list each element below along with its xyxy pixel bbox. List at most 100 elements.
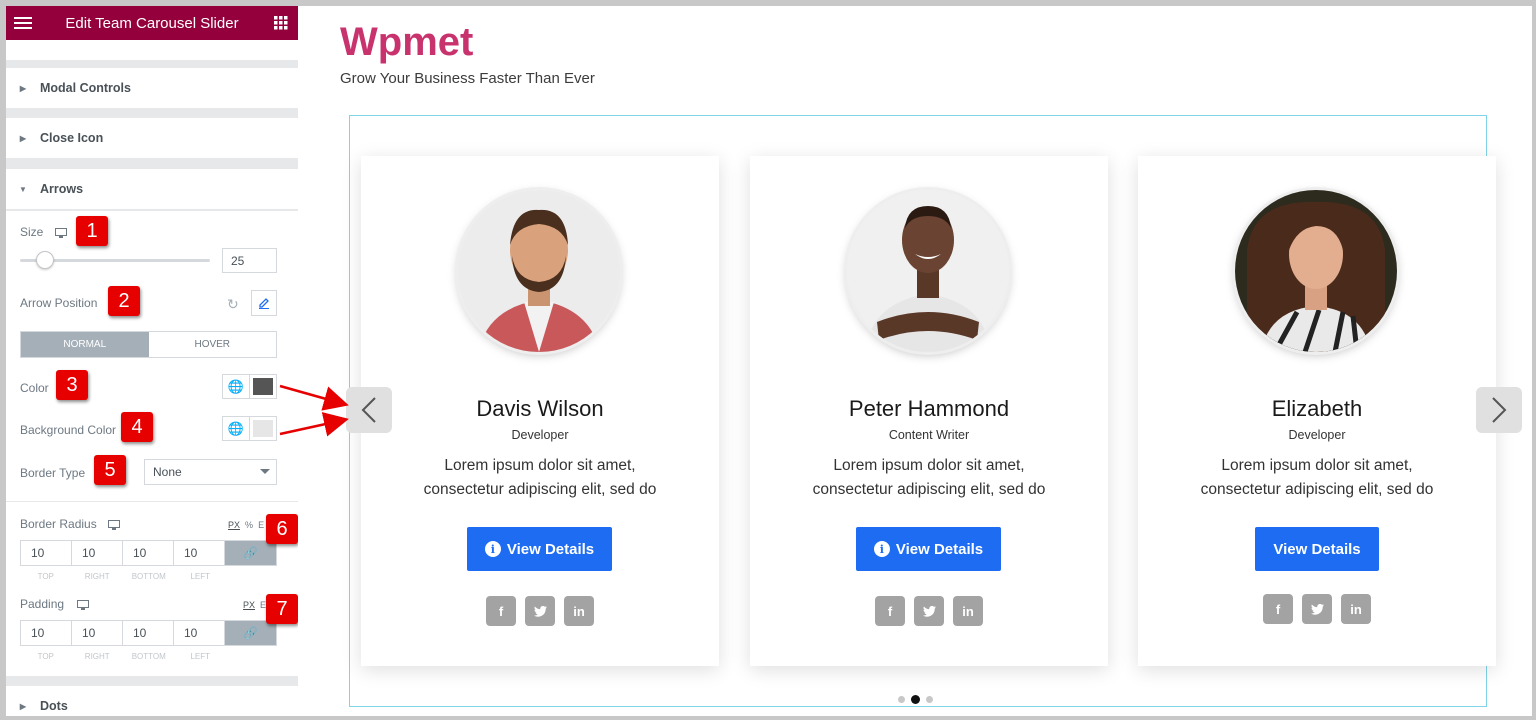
section-label: Close Icon — [40, 131, 104, 145]
linkedin-icon[interactable]: in — [1341, 594, 1371, 624]
hamburger-menu-icon[interactable] — [6, 16, 40, 30]
color-label: Color — [20, 381, 49, 395]
description-line: consectetur adipiscing elit, sed do — [812, 481, 1046, 498]
side-label-left: LEFT — [190, 652, 211, 661]
link-values-icon[interactable]: 🔗 — [225, 541, 276, 565]
border-type-value: None — [153, 465, 182, 479]
screenshot-frame: Edit Team Carousel Slider ▶ Modal Contro… — [0, 0, 1536, 720]
annotation-badge-2: 2 — [108, 286, 140, 316]
side-label-bottom: BOTTOM — [131, 652, 166, 661]
carousel-prev-arrow[interactable] — [346, 387, 392, 433]
color-swatch[interactable] — [253, 378, 273, 395]
padding-top-input[interactable]: 10 — [21, 621, 72, 645]
section-modal-controls[interactable]: ▶ Modal Controls — [6, 68, 298, 108]
member-name: Elizabeth — [1271, 396, 1363, 421]
section-dots[interactable]: ▶ Dots — [6, 686, 298, 716]
carousel-dot[interactable] — [926, 696, 933, 703]
radius-right-input[interactable]: 10 — [72, 541, 123, 565]
social-links: f in — [1263, 594, 1371, 624]
linkedin-icon[interactable]: in — [564, 596, 594, 626]
twitter-icon[interactable] — [525, 596, 555, 626]
view-details-button[interactable]: i View Details — [856, 527, 1001, 571]
section-label: Arrows — [40, 182, 84, 196]
side-label-right: RIGHT — [84, 652, 110, 661]
chevron-down-icon — [260, 469, 270, 474]
side-label-bottom: BOTTOM — [131, 572, 166, 581]
padding-right-input[interactable]: 10 — [72, 621, 123, 645]
globe-icon[interactable]: 🌐 — [223, 375, 250, 398]
unit-px[interactable]: PX — [228, 520, 240, 530]
desktop-icon[interactable] — [108, 518, 120, 536]
view-details-button[interactable]: i View Details — [467, 527, 612, 571]
radius-top-input[interactable]: 10 — [21, 541, 72, 565]
desktop-icon[interactable] — [55, 226, 67, 244]
border-radius-label: Border Radius — [20, 517, 97, 531]
facebook-icon[interactable]: f — [1263, 594, 1293, 624]
sidebar-blank-strip — [6, 40, 298, 60]
description-line: Lorem ipsum dolor sit amet, — [1221, 457, 1413, 474]
unit-percent[interactable]: % — [245, 520, 253, 530]
annotation-badge-6: 6 — [266, 514, 298, 544]
social-links: f in — [486, 596, 594, 626]
annotation-badge-1: 1 — [76, 216, 108, 246]
background-color-picker[interactable]: 🌐 — [222, 416, 277, 441]
arrow-position-label: Arrow Position — [20, 296, 98, 310]
reset-icon[interactable]: ↻ — [227, 296, 239, 313]
section-label: Modal Controls — [40, 81, 131, 95]
facebook-icon[interactable]: f — [486, 596, 516, 626]
unit-px[interactable]: PX — [243, 600, 255, 610]
linkedin-icon[interactable]: in — [953, 596, 983, 626]
social-links: f in — [875, 596, 983, 626]
color-picker[interactable]: 🌐 — [222, 374, 277, 399]
padding-bottom-input[interactable]: 10 — [123, 621, 174, 645]
member-description: Lorem ipsum dolor sit amet, consectetur … — [1178, 454, 1456, 502]
annotation-badge-5: 5 — [94, 455, 126, 485]
link-values-icon[interactable]: 🔗 — [225, 621, 276, 645]
section-arrows[interactable]: ▼ Arrows — [6, 169, 298, 209]
desktop-icon[interactable] — [77, 598, 89, 616]
tab-hover[interactable]: HOVER — [149, 332, 277, 357]
border-type-label: Border Type — [20, 466, 86, 480]
unit-em[interactable]: E — [258, 520, 264, 530]
carousel-next-arrow[interactable] — [1476, 387, 1522, 433]
edit-popover-button[interactable] — [251, 290, 277, 316]
carousel-dot-active[interactable] — [911, 695, 920, 704]
avatar — [1235, 190, 1397, 352]
annotation-badge-3: 3 — [56, 370, 88, 400]
size-input[interactable]: 25 — [222, 248, 277, 273]
description-line: Lorem ipsum dolor sit amet, — [444, 457, 636, 474]
twitter-icon[interactable] — [1302, 594, 1332, 624]
editor-title: Edit Team Carousel Slider — [65, 14, 239, 32]
description-line: consectetur adipiscing elit, sed do — [1200, 481, 1434, 498]
annotation-badge-4: 4 — [121, 412, 153, 442]
radius-left-input[interactable]: 10 — [174, 541, 225, 565]
side-label-right: RIGHT — [84, 572, 110, 581]
annotation-badge-7: 7 — [266, 594, 298, 624]
padding-dimensions: 10 10 10 10 🔗 — [20, 620, 277, 646]
caret-right-icon: ▶ — [19, 83, 27, 93]
view-details-button[interactable]: View Details — [1255, 527, 1379, 571]
button-label: View Details — [895, 540, 984, 558]
background-color-swatch[interactable] — [253, 420, 273, 437]
section-close-icon[interactable]: ▶ Close Icon — [6, 118, 298, 158]
divider — [6, 210, 298, 211]
description-line: consectetur adipiscing elit, sed do — [423, 481, 657, 498]
widgets-grid-icon[interactable] — [264, 16, 298, 30]
tab-normal[interactable]: NORMAL — [21, 332, 149, 357]
border-type-select[interactable]: None — [144, 459, 277, 485]
button-label: View Details — [1273, 540, 1361, 558]
chevron-left-icon — [361, 397, 376, 423]
description-line: Lorem ipsum dolor sit amet, — [833, 457, 1025, 474]
twitter-icon[interactable] — [914, 596, 944, 626]
facebook-icon[interactable]: f — [875, 596, 905, 626]
globe-icon[interactable]: 🌐 — [223, 417, 250, 440]
size-slider-handle[interactable] — [36, 251, 54, 269]
team-card: Davis Wilson Developer Lorem ipsum dolor… — [361, 156, 719, 666]
radius-bottom-input[interactable]: 10 — [123, 541, 174, 565]
border-radius-dimensions: 10 10 10 10 🔗 — [20, 540, 277, 566]
member-role: Developer — [511, 428, 569, 442]
carousel-dot[interactable] — [898, 696, 905, 703]
page-preview: Wpmet Grow Your Business Faster Than Eve… — [298, 6, 1532, 716]
border-radius-units: PX % E — [228, 520, 264, 530]
padding-left-input[interactable]: 10 — [174, 621, 225, 645]
